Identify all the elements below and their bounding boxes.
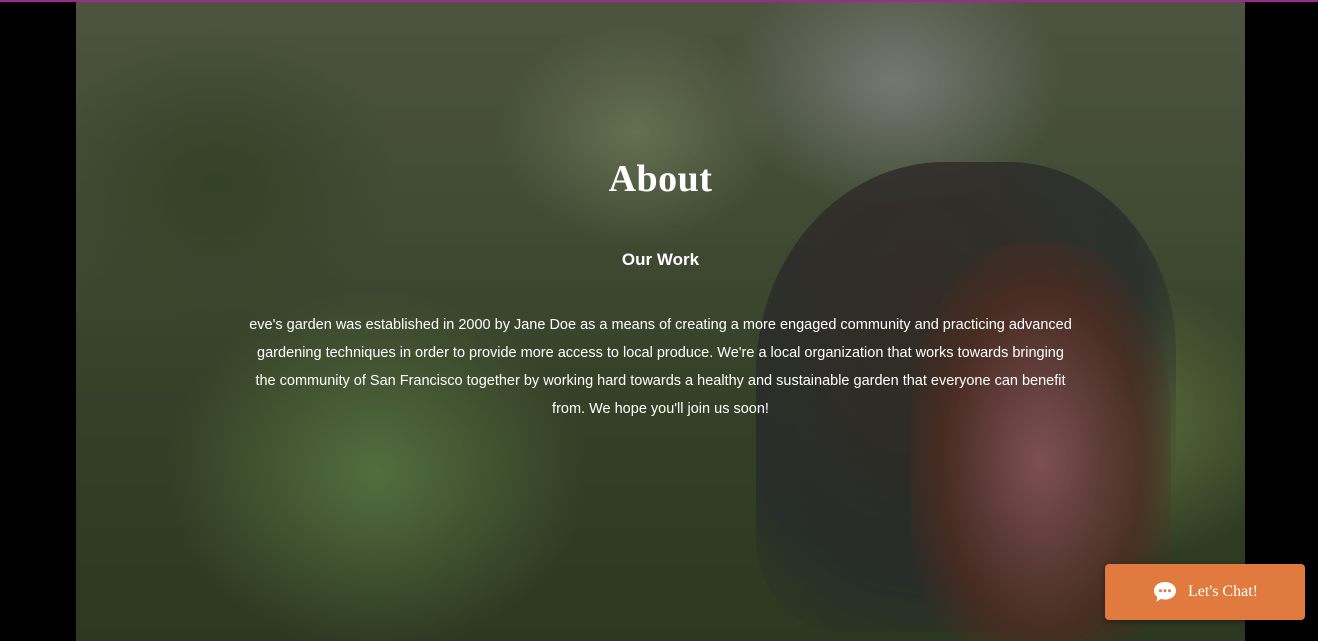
page-title: About: [608, 158, 713, 200]
section-subtitle: Our Work: [621, 250, 700, 269]
chat-button-label: Let's Chat!: [1188, 583, 1258, 600]
chat-button[interactable]: Let's Chat!: [1105, 564, 1305, 620]
page-margin-left: [0, 2, 76, 641]
about-description: eve's garden was established in 2000 by …: [249, 317, 1072, 417]
chat-bubble-icon: [1154, 582, 1176, 602]
page-margin-right: [1245, 2, 1318, 641]
about-hero-section: About Our Work eve's garden was establis…: [76, 2, 1245, 641]
